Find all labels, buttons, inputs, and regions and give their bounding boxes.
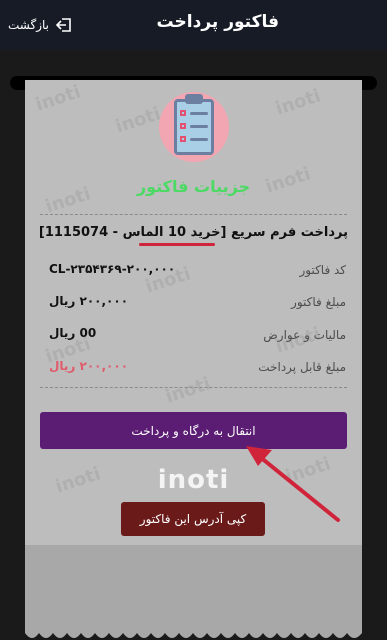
- back-button[interactable]: بازگشت: [8, 15, 73, 35]
- invoice-receipt: inoti inoti inoti inoti inoti inoti inot…: [25, 80, 362, 640]
- invoice-heading: جزییات فاکتور: [136, 177, 251, 196]
- copy-invoice-link-button[interactable]: کپی آدرس این فاکتور: [121, 502, 265, 536]
- top-bar: فاکتور پرداخت بازگشت: [0, 0, 387, 50]
- divider: [40, 387, 347, 388]
- divider: [40, 214, 347, 215]
- page-title: فاکتور پرداخت: [156, 12, 279, 32]
- invoice-amount-label: مبلغ فاکتور: [291, 295, 346, 309]
- watermark: inoti: [32, 81, 84, 116]
- receipt-torn-edge: [25, 625, 362, 640]
- invoice-code-label: کد فاکتور: [299, 263, 346, 277]
- pay-gateway-button[interactable]: انتقال به درگاه و پرداخت: [40, 412, 347, 449]
- inoti-logo: inoti: [157, 465, 230, 495]
- watermark: inoti: [272, 85, 324, 120]
- invoice-description: پرداخت فرم سریع [خرید 10 الماس - 1115074…: [38, 225, 348, 240]
- invoice-amount-value: ۲۰۰,۰۰۰ ریال: [49, 294, 129, 308]
- watermark: inoti: [112, 103, 164, 138]
- tax-value: 00 ریال: [49, 326, 97, 340]
- annotation-underline: [139, 243, 215, 246]
- payable-label: مبلغ قابل پرداخت: [258, 360, 346, 374]
- tax-label: مالیات و عوارض: [263, 328, 346, 342]
- exit-arrow-icon: [55, 18, 71, 32]
- invoice-code-value: CL-۲۳۵۴۳۶۹-۲۰۰,۰۰۰: [49, 262, 176, 276]
- payable-value: ۲۰۰,۰۰۰ ریال: [49, 359, 129, 373]
- watermark: inoti: [162, 373, 214, 408]
- back-label: بازگشت: [8, 18, 49, 32]
